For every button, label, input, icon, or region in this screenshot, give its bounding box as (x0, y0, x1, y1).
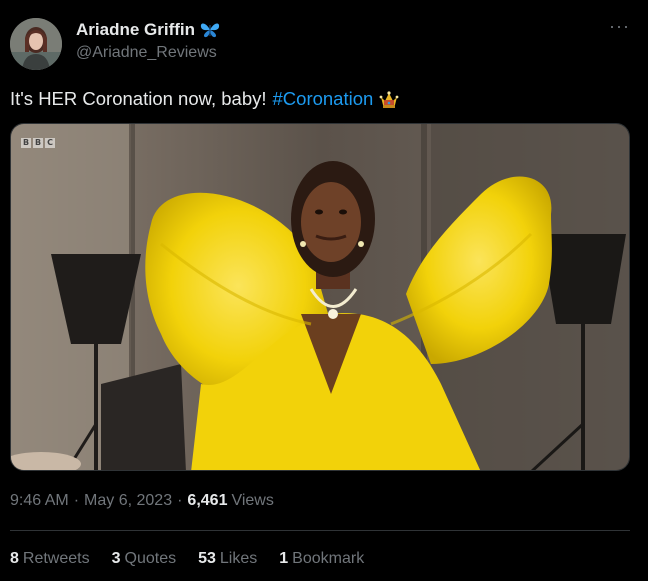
tweet-text: It's HER Coronation now, baby! #Coronati… (10, 88, 399, 110)
display-name[interactable]: Ariadne Griffin (76, 20, 195, 40)
tweet-date[interactable]: May 6, 2023 (84, 492, 172, 510)
watermark-letter: B (33, 138, 43, 148)
quotes-label: Quotes (124, 550, 177, 567)
views-label: Views (231, 492, 274, 509)
tweet-meta: 9:46 AM · May 6, 2023 · 6,461 Views (10, 492, 274, 510)
likes-label: Likes (219, 550, 258, 567)
likes-count: 53 (198, 550, 216, 567)
more-options-icon[interactable]: ··· (609, 16, 630, 37)
engagement-stats: 8 Retweets 3 Quotes 53 Likes 1 Bookmark (10, 550, 364, 568)
crown-icon (379, 89, 399, 109)
author-block: Ariadne Griffin @Ariadne_Reviews (76, 20, 221, 62)
coronation-photo (11, 124, 629, 470)
meta-separator: · (73, 492, 80, 509)
bookmarks-stat[interactable]: 1 Bookmark (279, 550, 364, 568)
hashtag-link[interactable]: #Coronation (273, 88, 374, 110)
bbc-watermark: B B C (21, 138, 55, 148)
bookmarks-count: 1 (279, 550, 289, 567)
meta-separator: · (177, 492, 183, 509)
tweet-header: Ariadne Griffin @Ariadne_Reviews ··· (10, 16, 638, 72)
retweets-label: Retweets (22, 550, 90, 567)
bookmarks-label: Bookmark (292, 550, 365, 567)
quotes-stat[interactable]: 3 Quotes (112, 550, 177, 568)
user-handle[interactable]: @Ariadne_Reviews (76, 44, 221, 62)
divider (10, 530, 630, 531)
quotes-count: 3 (111, 550, 121, 567)
watermark-letter: C (45, 138, 55, 148)
retweets-count: 8 (10, 550, 19, 567)
tweet-time[interactable]: 9:46 AM (10, 492, 69, 510)
retweets-stat[interactable]: 8 Retweets (10, 550, 90, 568)
avatar[interactable] (10, 18, 62, 70)
watermark-letter: B (21, 138, 31, 148)
views-count: 6,461 (187, 492, 228, 509)
tweet-body: It's HER Coronation now, baby! (10, 88, 267, 109)
butterfly-icon (199, 21, 221, 39)
likes-stat[interactable]: 53 Likes (198, 550, 257, 568)
tweet-media-image[interactable]: B B C (10, 123, 630, 471)
